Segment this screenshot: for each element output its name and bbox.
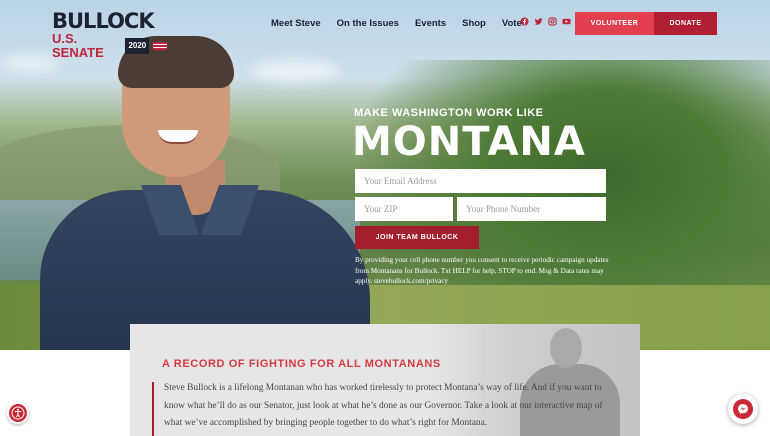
campaign-logo[interactable]: BULLOCK U.S. SENATE 2020 xyxy=(52,11,167,60)
join-team-button[interactable]: JOIN TEAM BULLOCK xyxy=(355,226,479,249)
instagram-icon[interactable] xyxy=(548,17,557,26)
zip-field[interactable]: Your ZIP xyxy=(355,197,453,221)
record-title: A RECORD OF FIGHTING FOR ALL MONTANANS xyxy=(162,358,441,370)
facebook-icon[interactable] xyxy=(520,17,529,26)
messenger-chat-button[interactable] xyxy=(728,394,758,424)
logo-subtitle: U.S. SENATE 2020 xyxy=(52,32,167,60)
nav-events[interactable]: Events xyxy=(415,18,446,30)
hero-title: MONTANA xyxy=(352,119,586,165)
logo-sub-text: U.S. SENATE xyxy=(52,31,104,60)
social-links xyxy=(520,17,571,26)
email-field[interactable]: Your Email Address xyxy=(355,169,606,193)
flag-icon xyxy=(153,42,167,50)
nav-shop[interactable]: Shop xyxy=(462,18,486,30)
candidate-photo xyxy=(30,36,370,350)
nav-issues[interactable]: On the Issues xyxy=(337,18,399,30)
record-accent-bar xyxy=(152,382,154,436)
main-nav: Meet Steve On the Issues Events Shop Vot… xyxy=(271,18,538,30)
nav-meet-steve[interactable]: Meet Steve xyxy=(271,18,321,30)
youtube-icon[interactable] xyxy=(562,17,571,26)
twitter-icon[interactable] xyxy=(534,17,543,26)
sms-disclaimer: By providing your cell phone number you … xyxy=(355,256,609,285)
record-section: A RECORD OF FIGHTING FOR ALL MONTANANS S… xyxy=(130,324,640,436)
messenger-icon xyxy=(733,399,753,419)
accessibility-icon[interactable] xyxy=(7,402,29,424)
record-text: Steve Bullock is a lifelong Montanan who… xyxy=(164,383,603,428)
nav-vote[interactable]: Vote xyxy=(502,18,522,30)
donate-button[interactable]: DONATE xyxy=(654,12,717,35)
phone-field[interactable]: Your Phone Number xyxy=(457,197,606,221)
logo-name: BULLOCK xyxy=(52,9,155,33)
volunteer-button[interactable]: VOLUNTEER xyxy=(575,12,654,35)
logo-year: 2020 xyxy=(125,38,150,54)
